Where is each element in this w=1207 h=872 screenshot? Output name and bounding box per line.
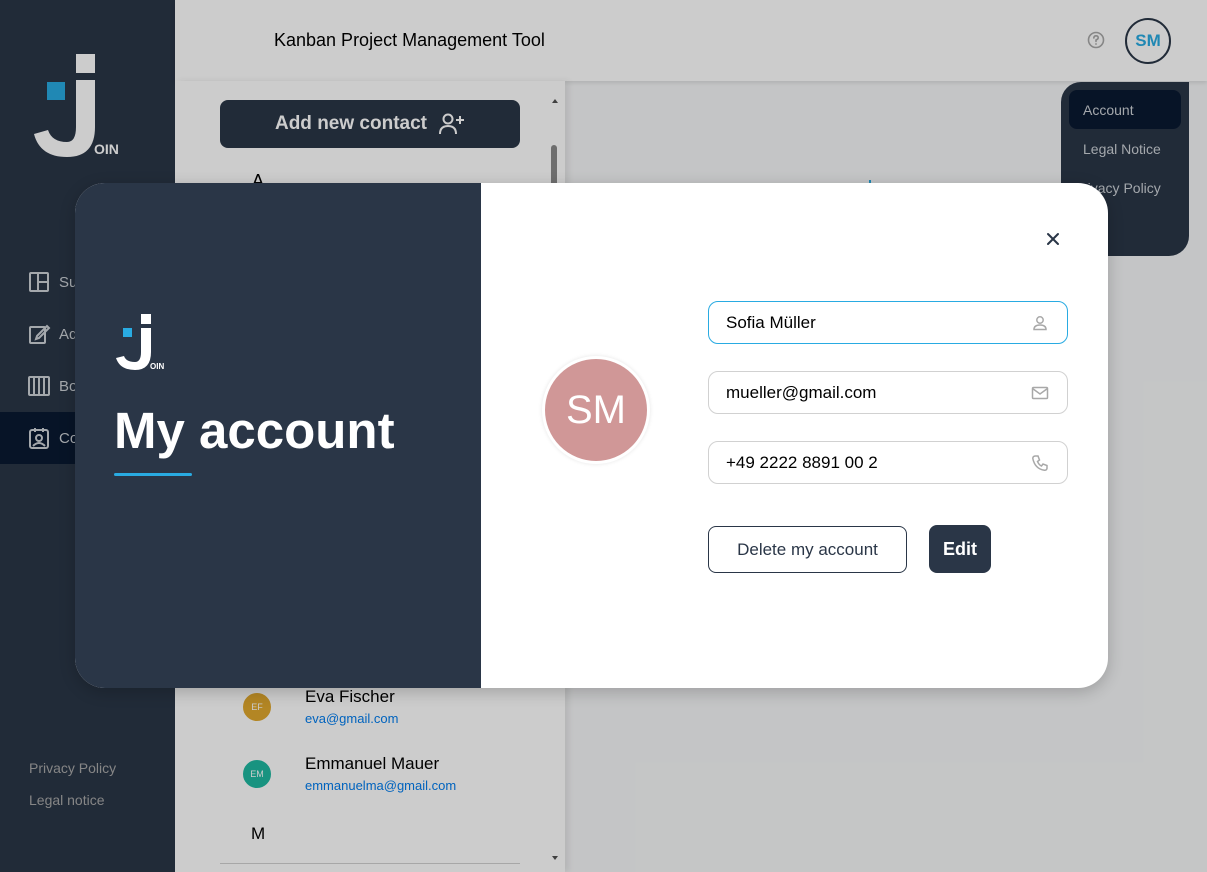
person-icon [1031,314,1049,332]
modal-left-panel: OIN My account [75,183,481,688]
delete-account-button[interactable]: Delete my account [708,526,907,573]
join-logo: OIN [116,314,164,371]
modal-title: My account [114,402,395,459]
email-field[interactable]: mueller@gmail.com [708,371,1068,414]
title-underline [114,473,192,476]
my-account-modal: OIN My account SM Sofia Müller mueller@g… [75,183,1108,688]
svg-text:OIN: OIN [150,362,164,371]
account-avatar: SM [542,356,650,464]
close-icon [1047,233,1059,245]
close-button[interactable] [1042,228,1064,250]
email-value: mueller@gmail.com [726,382,877,402]
mail-icon [1031,384,1049,402]
name-field[interactable]: Sofia Müller [708,301,1068,344]
phone-field[interactable]: +49 2222 8891 00 2 [708,441,1068,484]
phone-icon [1031,454,1049,472]
phone-value: +49 2222 8891 00 2 [726,452,878,472]
name-value: Sofia Müller [726,312,816,332]
edit-button[interactable]: Edit [929,525,991,573]
